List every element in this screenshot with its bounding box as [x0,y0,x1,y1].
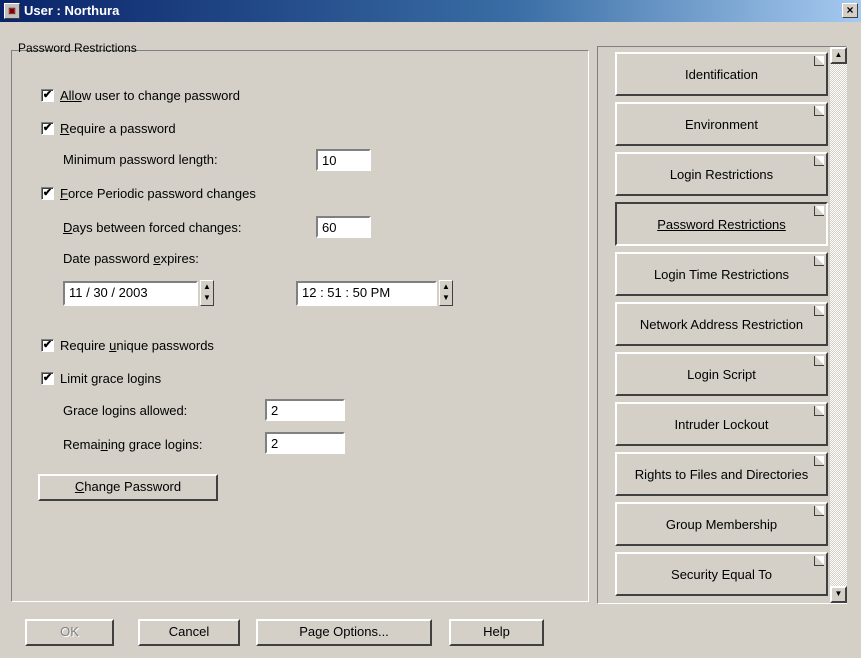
check-icon: ✔ [41,122,54,135]
page-list: Identification Environment Login Restricti… [597,46,847,604]
label-text: w user to change password [81,88,240,103]
page-tab-group-membership[interactable]: Group Membership [615,502,828,546]
close-button[interactable]: × [842,3,858,18]
button-label: hange Password [84,479,182,494]
help-button[interactable]: Help [449,619,544,646]
label-text: race logins [98,371,162,386]
label-text: ing grace logins: [107,437,203,452]
label-text: Limit [60,371,92,386]
accel-key: C [74,479,85,494]
days-between-field[interactable]: 60 [316,216,371,238]
spin-down-icon[interactable]: ▼ [201,292,213,303]
min-length-field[interactable]: 10 [316,149,371,171]
page-tab-login-script[interactable]: Login Script [615,352,828,396]
accel-key: F [60,186,68,201]
accel-key: n [100,437,108,452]
accel-key: D [63,220,73,235]
label-text: equire a password [69,121,176,136]
require-password-checkbox[interactable]: ✔ Require a password [41,121,176,136]
spin-up-icon[interactable]: ▲ [201,281,213,292]
label-text: nique passwords [116,338,214,353]
change-password-button[interactable]: Change Password [38,474,218,501]
close-icon: × [846,3,854,17]
page-options-button[interactable]: Page Options... [256,619,432,646]
page-tab-network-address-restriction[interactable]: Network Address Restriction [615,302,828,346]
page-tab-login-time-restrictions[interactable]: Login Time Restrictions [615,252,828,296]
limit-grace-label: Limit grace logins [60,371,161,386]
page-tab-login-restrictions[interactable]: Login Restrictions [615,152,828,196]
spin-down-icon[interactable]: ▼ [440,292,452,303]
ok-button[interactable]: OK [25,619,114,646]
page-tab-identification[interactable]: Identification [615,52,828,96]
label-text: Require [60,338,110,353]
page-list-scrollbar[interactable]: ▲ ▼ [830,47,847,603]
cancel-button[interactable]: Cancel [138,619,240,646]
scroll-up-icon[interactable]: ▲ [830,47,847,64]
grace-remaining-field[interactable]: 2 [265,432,345,454]
check-icon: ✔ [41,89,54,102]
label-text: Date password [63,251,154,266]
time-spinner[interactable]: ▲ ▼ [439,280,453,306]
grace-allowed-field[interactable]: 2 [265,399,345,421]
accel-key: e [153,251,161,266]
require-unique-label: Require unique passwords [60,338,214,353]
page-tab-environment[interactable]: Environment [615,102,828,146]
accel-key: Allo [60,88,82,103]
check-icon: ✔ [41,372,54,385]
page-tab-security-equal-to[interactable]: Security Equal To [615,552,828,596]
min-length-label: Minimum password length: [63,152,218,167]
accel-key: R [60,121,70,136]
force-periodic-checkbox[interactable]: ✔ Force Periodic password changes [41,186,256,201]
days-between-label: Days between forced changes: [63,220,242,235]
check-icon: ✔ [41,187,54,200]
grace-remaining-label: Remaining grace logins: [63,437,202,452]
label-text: Remai [63,437,101,452]
force-periodic-label: Force Periodic password changes [60,186,256,201]
allow-change-password-checkbox[interactable]: ✔ Allow user to change password [41,88,240,103]
require-password-label: Require a password [60,121,176,136]
spin-up-icon[interactable]: ▲ [440,281,452,292]
label-text: xpires: [160,251,199,266]
user-icon: ▣ [4,3,20,19]
date-spinner[interactable]: ▲ ▼ [200,280,214,306]
allow-change-password-label: Allow user to change password [60,88,240,103]
page-tab-password-restrictions[interactable]: Password Restrictions [615,202,828,246]
window-title: User : Northura [24,3,120,18]
grace-allowed-label: Grace logins allowed: [63,403,188,418]
limit-grace-checkbox[interactable]: ✔ Limit grace logins [41,371,161,386]
expires-date-field[interactable]: 11 / 30 / 2003 [63,281,198,306]
label-text: ays between forced changes: [72,220,242,235]
label-text: orce Periodic password changes [67,186,256,201]
expires-label: Date password expires: [63,251,199,266]
group-label: Password Restrictions [18,41,137,55]
expires-time-field[interactable]: 12 : 51 : 50 PM [296,281,437,306]
page-tab-intruder-lockout[interactable]: Intruder Lockout [615,402,828,446]
check-icon: ✔ [41,339,54,352]
title-bar[interactable]: ▣ User : Northura × [0,0,861,22]
scroll-down-icon[interactable]: ▼ [830,586,847,603]
require-unique-checkbox[interactable]: ✔ Require unique passwords [41,338,214,353]
page-tab-rights-to-files-and-directories[interactable]: Rights to Files and Directories [615,452,828,496]
